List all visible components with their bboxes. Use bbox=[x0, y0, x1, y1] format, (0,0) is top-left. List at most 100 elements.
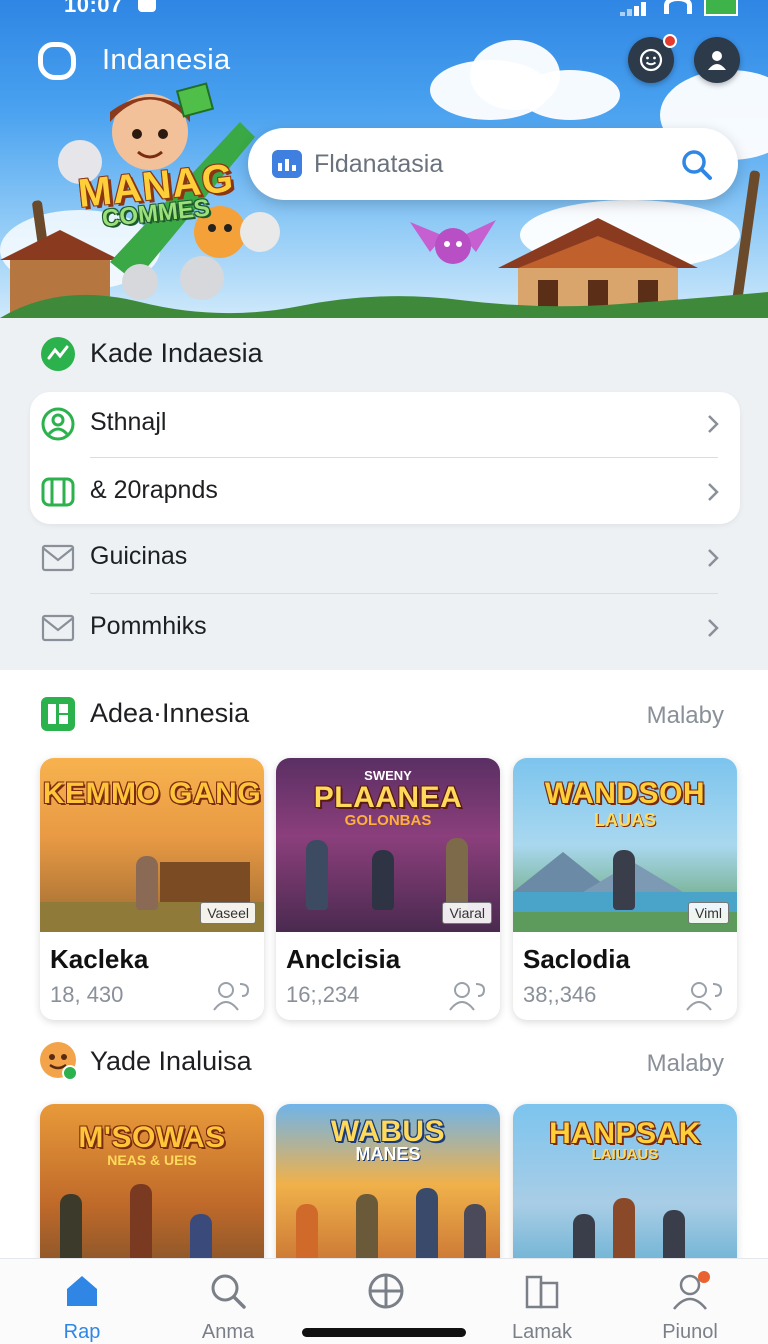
character-figure bbox=[60, 1194, 82, 1264]
signal-icon bbox=[620, 2, 646, 16]
search-input[interactable] bbox=[314, 146, 654, 182]
chevron-right-icon bbox=[708, 483, 719, 501]
nav-tab-piunol[interactable]: Piunol bbox=[630, 1259, 750, 1344]
see-more-link[interactable]: Malaby bbox=[647, 1050, 724, 1078]
see-more-link[interactable]: Malaby bbox=[647, 702, 724, 730]
menu-item-label: Guicinas bbox=[90, 542, 188, 570]
character-figure bbox=[296, 1204, 318, 1264]
account-button[interactable] bbox=[694, 37, 740, 83]
character-figure bbox=[190, 1214, 212, 1264]
section-title: Yade Inaluisa bbox=[90, 1046, 252, 1076]
notification-badge bbox=[663, 34, 677, 48]
rewards-button[interactable] bbox=[628, 34, 677, 83]
nav-tab-anma[interactable]: Anma bbox=[168, 1259, 288, 1344]
section-games: Adea·Innesia Malaby KEMMO GANG Vaseel Ka… bbox=[0, 670, 768, 1304]
game-logo: PLAANEA bbox=[313, 781, 463, 814]
game-artwork: SWENY PLAANEA GOLONBAS Viaral bbox=[276, 758, 500, 932]
game-tag: Viml bbox=[688, 902, 729, 924]
nav-label: Anma bbox=[201, 1321, 255, 1343]
players-icon bbox=[213, 982, 250, 1011]
menu-item-guicinas[interactable]: Guicinas bbox=[0, 524, 768, 592]
wifi-icon bbox=[664, 0, 692, 14]
section-title: Adea·Innesia bbox=[90, 698, 250, 728]
game-card[interactable]: SWENY PLAANEA GOLONBAS Viaral Anclcisia … bbox=[276, 758, 500, 1020]
player-count: 38;,346 bbox=[523, 982, 597, 1007]
game-logo-subtitle: NEAS & UEIS bbox=[107, 1152, 197, 1168]
menu-item-sthnajl[interactable]: Sthnajl bbox=[0, 390, 768, 458]
section-title: Kade Indaesia bbox=[90, 338, 263, 368]
players-icon bbox=[686, 982, 723, 1011]
cloud bbox=[520, 70, 620, 120]
home-indicator[interactable] bbox=[302, 1328, 466, 1337]
character-figure bbox=[573, 1214, 595, 1264]
game-logo: HANPSAK bbox=[549, 1117, 701, 1150]
grid-app-icon bbox=[41, 697, 75, 731]
chevron-right-icon bbox=[708, 619, 719, 637]
battery-icon bbox=[704, 0, 738, 16]
chevron-right-icon bbox=[708, 549, 719, 567]
character-figure bbox=[613, 1198, 635, 1264]
hero-banner: MANAG COMMES 10:07 Indanesia bbox=[0, 0, 768, 318]
status-bar: 10:07 bbox=[0, 0, 768, 22]
game-card[interactable]: WANDSOH LAUAS Viml Saclodia 38;,346 bbox=[513, 758, 737, 1020]
game-artwork: WANDSOH LAUAS Viml bbox=[513, 758, 737, 932]
search-icon[interactable] bbox=[680, 148, 714, 182]
flying-creature-illustration bbox=[410, 220, 496, 264]
search-bar[interactable] bbox=[248, 128, 738, 200]
status-time: 10:07 bbox=[64, 0, 123, 17]
mail-icon bbox=[41, 614, 75, 642]
app-logo-icon[interactable] bbox=[38, 42, 76, 80]
game-logo: WABUS bbox=[330, 1115, 446, 1148]
character-figure bbox=[130, 1184, 152, 1264]
library-icon bbox=[525, 1275, 559, 1309]
game-logo: M'SOWAS bbox=[78, 1121, 226, 1154]
profile-icon bbox=[673, 1271, 710, 1310]
game-title: Saclodia bbox=[523, 944, 630, 974]
home-icon bbox=[67, 1276, 97, 1306]
players-icon bbox=[449, 982, 486, 1011]
character-figure bbox=[356, 1194, 378, 1264]
nav-label: Lamak bbox=[511, 1321, 573, 1343]
character-figure bbox=[663, 1210, 685, 1264]
game-tag: Vaseel bbox=[200, 902, 256, 924]
menu-item-pommhiks[interactable]: Pommhiks bbox=[0, 594, 768, 662]
character-figure bbox=[446, 838, 468, 910]
menu-item-label: & 20rapnds bbox=[90, 476, 218, 504]
menu-item-rapnds[interactable]: & 20rapnds bbox=[0, 458, 768, 526]
emoji-face-icon bbox=[40, 1042, 78, 1081]
menu-item-label: Pommhiks bbox=[90, 612, 207, 640]
game-logo-subtitle: LAIUAUS bbox=[591, 1146, 659, 1163]
chart-badge-icon bbox=[272, 150, 302, 178]
character-figure bbox=[136, 856, 158, 910]
user-circle-icon bbox=[41, 407, 75, 441]
section-logo-icon bbox=[41, 337, 75, 371]
game-logo: WANDSOH bbox=[544, 777, 706, 810]
game-artwork: KEMMO GANG Vaseel bbox=[40, 758, 264, 932]
character-figure bbox=[613, 850, 635, 910]
globe-icon bbox=[368, 1273, 404, 1309]
game-title: Anclcisia bbox=[286, 944, 401, 974]
character-figure bbox=[306, 840, 328, 910]
game-logo-subtitle: MANES bbox=[355, 1144, 421, 1164]
character-figure bbox=[416, 1188, 438, 1264]
search-icon bbox=[211, 1274, 246, 1309]
person-icon bbox=[708, 51, 726, 70]
game-logo-subtitle: GOLONBAS bbox=[344, 812, 432, 829]
game-title: Kacleka bbox=[50, 944, 149, 974]
character-figure bbox=[464, 1204, 486, 1264]
section-kade: Kade Indaesia Sthnajl & 20rapnds Guicina… bbox=[0, 318, 768, 670]
nav-label: Piunol bbox=[662, 1321, 718, 1343]
player-count: 16;,234 bbox=[286, 982, 360, 1007]
status-shield-icon bbox=[138, 0, 156, 12]
game-logo-subtitle: LAUAS bbox=[594, 810, 656, 830]
character-figure bbox=[372, 850, 394, 910]
nav-tab-lamak[interactable]: Lamak bbox=[482, 1259, 602, 1344]
card-icon bbox=[41, 477, 75, 507]
nav-tab-rap[interactable]: Rap bbox=[22, 1259, 142, 1344]
chevron-right-icon bbox=[708, 415, 719, 433]
nav-label: Rap bbox=[63, 1321, 101, 1343]
menu-item-label: Sthnajl bbox=[90, 408, 167, 436]
mail-icon bbox=[41, 544, 75, 572]
app-title: Indanesia bbox=[102, 44, 231, 76]
game-card[interactable]: KEMMO GANG Vaseel Kacleka 18, 430 bbox=[40, 758, 264, 1020]
